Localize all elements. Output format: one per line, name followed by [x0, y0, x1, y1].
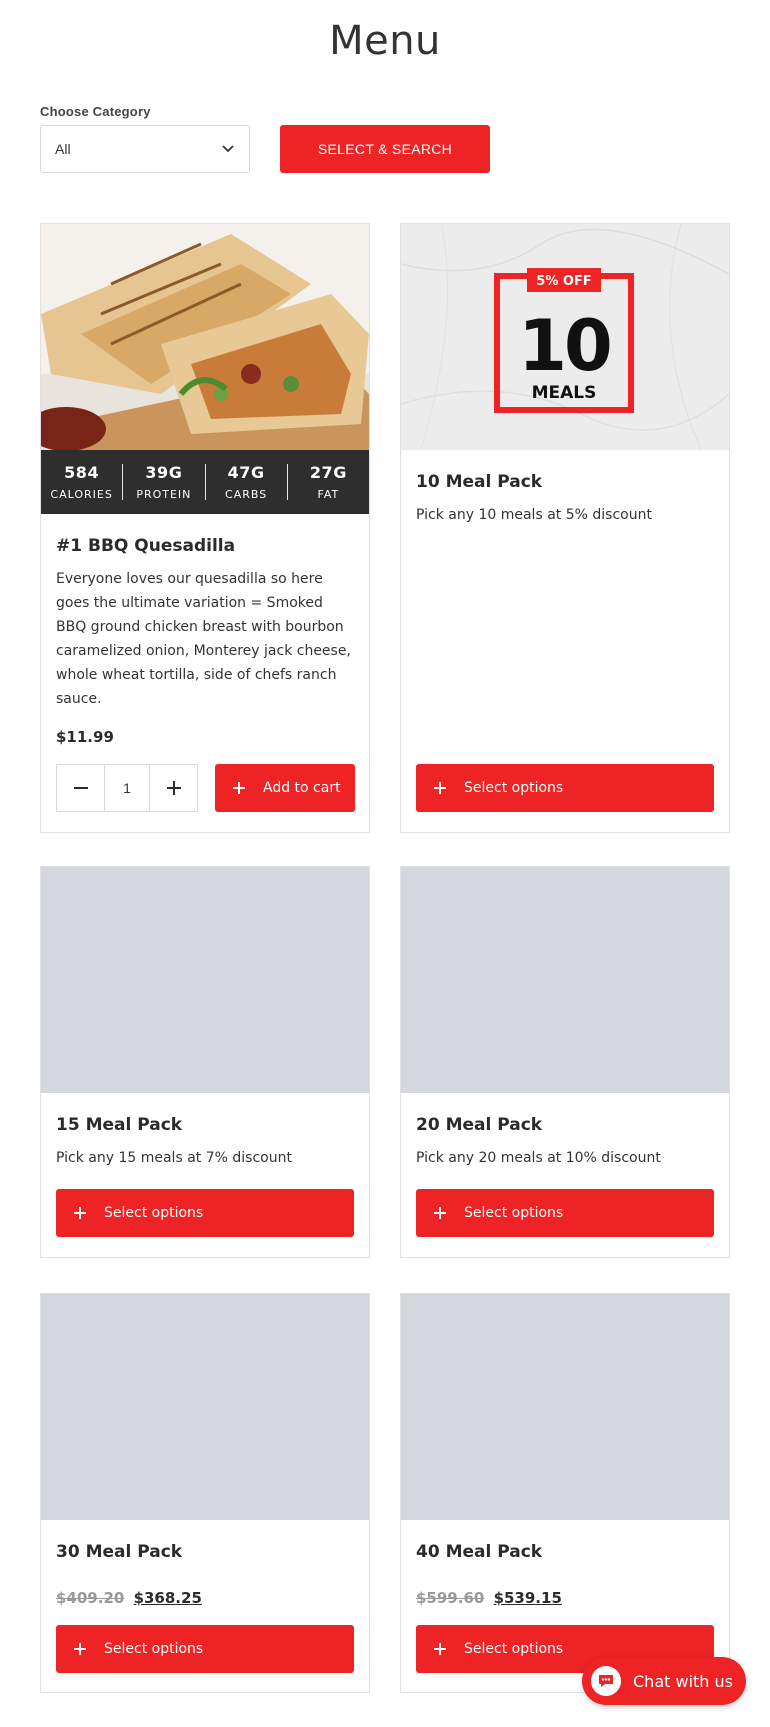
product-card: 15 Meal Pack Pick any 15 meals at 7% dis… — [40, 866, 370, 1258]
select-options-button[interactable]: Select options — [416, 764, 714, 812]
chat-label: Chat with us — [633, 1671, 733, 1691]
product-title[interactable]: 20 Meal Pack — [416, 1115, 542, 1135]
nutrition-protein: 39G PROTEIN — [122, 463, 204, 501]
product-image-placeholder[interactable] — [41, 867, 369, 1093]
chat-bubble-icon — [591, 1666, 621, 1696]
chat-widget-button[interactable]: Chat with us — [582, 1657, 746, 1705]
product-description: Pick any 20 meals at 10% discount — [416, 1150, 661, 1166]
plus-icon — [432, 1205, 448, 1221]
plus-icon — [231, 780, 247, 796]
product-title[interactable]: #1 BBQ Quesadilla — [56, 536, 235, 556]
image-badge-text: 5% OFF — [536, 274, 591, 289]
image-word-text: MEALS — [532, 383, 597, 403]
product-image-placeholder[interactable] — [41, 1294, 369, 1520]
old-price: $599.60 — [416, 1589, 485, 1607]
quantity-stepper: 1 — [56, 764, 198, 812]
nutrition-fat: 27G FAT — [286, 463, 369, 501]
product-price: $599.60 $539.15 — [416, 1589, 562, 1607]
nutrition-calories: 584 CALORIES — [41, 463, 122, 501]
nutrition-value: 39G — [145, 463, 183, 482]
select-options-label: Select options — [104, 1641, 204, 1657]
product-image-placeholder[interactable] — [401, 867, 729, 1093]
select-search-button[interactable]: SELECT & SEARCH — [280, 125, 490, 173]
nutrition-bar: 584 CALORIES 39G PROTEIN 47G CARBS 27G F… — [41, 450, 369, 514]
nutrition-carbs: 47G CARBS — [204, 463, 287, 501]
product-title[interactable]: 10 Meal Pack — [416, 472, 542, 492]
product-image-placeholder[interactable] — [401, 1294, 729, 1520]
category-label: Choose Category — [40, 104, 151, 119]
add-to-cart-button[interactable]: Add to cart — [215, 764, 355, 812]
category-select-value: All — [55, 141, 71, 157]
product-price: $11.99 — [56, 728, 114, 746]
select-options-button[interactable]: Select options — [416, 1189, 714, 1237]
product-description: Everyone loves our quesadilla so here go… — [56, 571, 351, 707]
quantity-input[interactable]: 1 — [104, 765, 150, 811]
nutrition-value: 47G — [227, 463, 265, 482]
product-title[interactable]: 15 Meal Pack — [56, 1115, 182, 1135]
nutrition-label: PROTEIN — [136, 488, 192, 501]
select-options-label: Select options — [464, 780, 564, 796]
product-price: $409.20 $368.25 — [56, 1589, 202, 1607]
product-card: 30 Meal Pack $409.20 $368.25 Select opti… — [40, 1293, 370, 1693]
plus-icon — [72, 1641, 88, 1657]
decrease-quantity-button[interactable] — [57, 765, 104, 811]
product-card: 5% OFF 10 MEALS 10 Meal Pack Pick any 10… — [400, 223, 730, 833]
increase-quantity-button[interactable] — [150, 765, 197, 811]
old-price: $409.20 — [56, 1589, 125, 1607]
nutrition-label: CARBS — [225, 488, 268, 501]
plus-icon — [72, 1205, 88, 1221]
product-description: Pick any 15 meals at 7% discount — [56, 1150, 292, 1166]
chevron-down-icon — [221, 142, 235, 156]
sale-price: $539.15 — [493, 1589, 562, 1607]
plus-icon — [432, 780, 448, 796]
page-title: Menu — [329, 18, 441, 64]
product-image[interactable]: 5% OFF 10 MEALS — [401, 224, 729, 450]
minus-icon — [73, 787, 88, 789]
add-to-cart-label: Add to cart — [263, 780, 341, 796]
product-card: 20 Meal Pack Pick any 20 meals at 10% di… — [400, 866, 730, 1258]
product-description: Pick any 10 meals at 5% discount — [416, 507, 652, 523]
image-number-text: 10 — [518, 305, 610, 387]
plus-icon — [432, 1641, 448, 1657]
plus-icon — [166, 781, 181, 795]
select-options-button[interactable]: Select options — [56, 1189, 354, 1237]
nutrition-label: FAT — [317, 488, 340, 501]
product-card: 40 Meal Pack $599.60 $539.15 Select opti… — [400, 1293, 730, 1693]
select-options-label: Select options — [464, 1641, 564, 1657]
nutrition-value: 584 — [64, 463, 100, 482]
product-title[interactable]: 30 Meal Pack — [56, 1542, 182, 1562]
select-options-button[interactable]: Select options — [56, 1625, 354, 1673]
select-options-label: Select options — [464, 1205, 564, 1221]
sale-price: $368.25 — [133, 1589, 202, 1607]
nutrition-label: CALORIES — [50, 488, 113, 501]
category-select[interactable]: All — [40, 125, 250, 173]
product-image[interactable] — [41, 224, 369, 450]
product-title[interactable]: 40 Meal Pack — [416, 1542, 542, 1562]
select-options-label: Select options — [104, 1205, 204, 1221]
nutrition-value: 27G — [309, 463, 347, 482]
product-card: 584 CALORIES 39G PROTEIN 47G CARBS 27G F… — [40, 223, 370, 833]
